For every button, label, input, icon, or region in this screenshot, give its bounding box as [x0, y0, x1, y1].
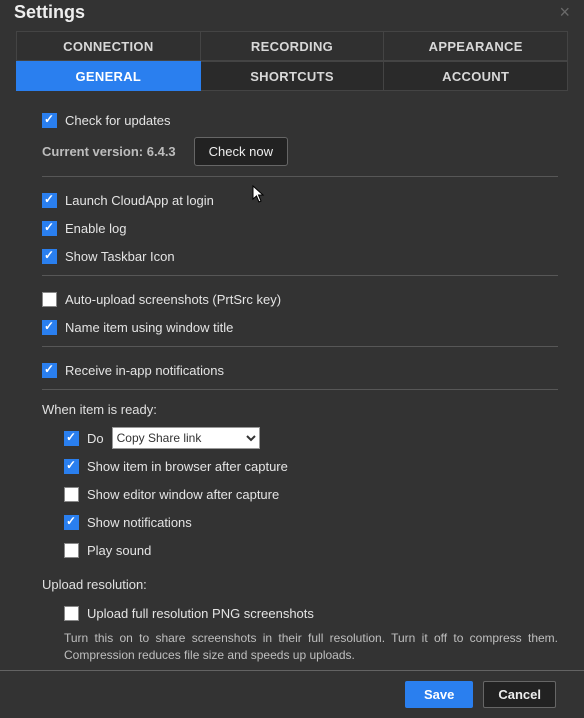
- tab-connection[interactable]: CONNECTION: [16, 31, 201, 61]
- browser-row: Show item in browser after capture: [64, 455, 558, 477]
- tab-row-top: CONNECTION RECORDING APPEARANCE: [16, 31, 568, 61]
- browser-label: Show item in browser after capture: [87, 459, 288, 474]
- launch-label: Launch CloudApp at login: [65, 193, 214, 208]
- do-checkbox[interactable]: [64, 431, 79, 446]
- nameitem-checkbox[interactable]: [42, 320, 57, 335]
- window-title: Settings: [14, 2, 85, 23]
- resolution-heading: Upload resolution:: [42, 577, 558, 592]
- ready-heading: When item is ready:: [42, 402, 558, 417]
- tab-recording[interactable]: RECORDING: [201, 31, 385, 61]
- autoupload-row: Auto-upload screenshots (PrtSrc key): [42, 288, 558, 310]
- divider: [42, 389, 558, 390]
- check-now-button[interactable]: Check now: [194, 137, 288, 166]
- log-checkbox[interactable]: [42, 221, 57, 236]
- editor-row: Show editor window after capture: [64, 483, 558, 505]
- editor-checkbox[interactable]: [64, 487, 79, 502]
- tab-account[interactable]: ACCOUNT: [384, 61, 568, 91]
- ready-group: Do Copy Share link Show item in browser …: [42, 427, 558, 561]
- notify-checkbox[interactable]: [42, 363, 57, 378]
- close-icon[interactable]: ×: [559, 2, 570, 23]
- tabs-container: CONNECTION RECORDING APPEARANCE GENERAL …: [0, 31, 584, 91]
- do-row: Do Copy Share link: [64, 427, 558, 449]
- taskbar-label: Show Taskbar Icon: [65, 249, 175, 264]
- browser-checkbox[interactable]: [64, 459, 79, 474]
- footer: Save Cancel: [0, 670, 584, 718]
- taskbar-row: Show Taskbar Icon: [42, 245, 558, 267]
- autoupload-checkbox[interactable]: [42, 292, 57, 307]
- version-label: Current version: 6.4.3: [42, 144, 176, 159]
- launch-checkbox[interactable]: [42, 193, 57, 208]
- fullres-help: Turn this on to share screenshots in the…: [64, 630, 558, 664]
- resolution-group: Upload full resolution PNG screenshots T…: [42, 602, 558, 664]
- notify-row: Receive in-app notifications: [42, 359, 558, 381]
- tab-appearance[interactable]: APPEARANCE: [384, 31, 568, 61]
- divider: [42, 275, 558, 276]
- tab-general[interactable]: GENERAL: [16, 61, 201, 91]
- do-select[interactable]: Copy Share link: [112, 427, 260, 449]
- tab-shortcuts[interactable]: SHORTCUTS: [201, 61, 385, 91]
- log-row: Enable log: [42, 217, 558, 239]
- launch-row: Launch CloudApp at login: [42, 189, 558, 211]
- taskbar-checkbox[interactable]: [42, 249, 57, 264]
- nameitem-row: Name item using window title: [42, 316, 558, 338]
- sound-row: Play sound: [64, 539, 558, 561]
- check-updates-label: Check for updates: [65, 113, 171, 128]
- log-label: Enable log: [65, 221, 126, 236]
- nameitem-label: Name item using window title: [65, 320, 233, 335]
- editor-label: Show editor window after capture: [87, 487, 279, 502]
- divider: [42, 346, 558, 347]
- sound-label: Play sound: [87, 543, 151, 558]
- version-row: Current version: 6.4.3 Check now: [42, 137, 558, 166]
- autoupload-label: Auto-upload screenshots (PrtSrc key): [65, 292, 281, 307]
- shownotif-row: Show notifications: [64, 511, 558, 533]
- shownotif-label: Show notifications: [87, 515, 192, 530]
- tab-row-bottom: GENERAL SHORTCUTS ACCOUNT: [16, 61, 568, 91]
- settings-content: Check for updates Current version: 6.4.3…: [0, 91, 584, 664]
- check-updates-checkbox[interactable]: [42, 113, 57, 128]
- shownotif-checkbox[interactable]: [64, 515, 79, 530]
- fullres-checkbox[interactable]: [64, 606, 79, 621]
- fullres-row: Upload full resolution PNG screenshots: [64, 602, 558, 624]
- sound-checkbox[interactable]: [64, 543, 79, 558]
- cancel-button[interactable]: Cancel: [483, 681, 556, 708]
- check-updates-row: Check for updates: [42, 109, 558, 131]
- do-label: Do: [87, 431, 104, 446]
- window-header: Settings ×: [0, 0, 584, 31]
- fullres-label: Upload full resolution PNG screenshots: [87, 606, 314, 621]
- divider: [42, 176, 558, 177]
- notify-label: Receive in-app notifications: [65, 363, 224, 378]
- save-button[interactable]: Save: [405, 681, 473, 708]
